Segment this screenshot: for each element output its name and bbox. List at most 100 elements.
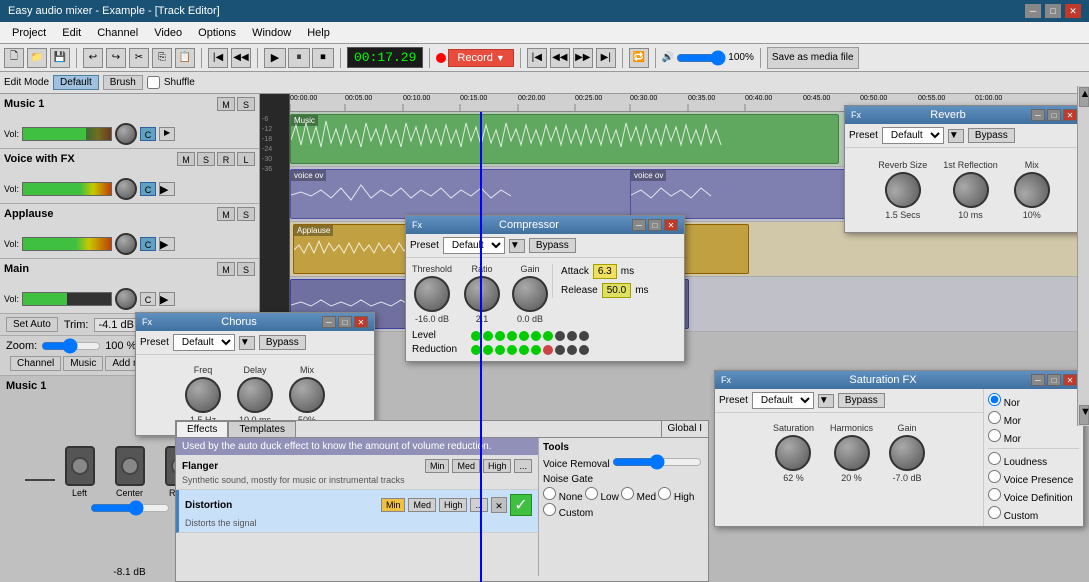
chorus-preset-btn[interactable]: ▼ <box>239 336 255 350</box>
reverb-mix-knob[interactable] <box>1011 169 1053 211</box>
saturation-close-btn[interactable]: ✕ <box>1063 374 1077 386</box>
flanger-min-btn[interactable]: Min <box>425 459 450 473</box>
distortion-min-btn[interactable]: Min <box>381 498 406 512</box>
saturation-preset-btn[interactable]: ▼ <box>818 394 834 408</box>
saturation-minimize-btn[interactable]: ─ <box>1031 374 1045 386</box>
scrollbar-down[interactable]: ▼ <box>1079 405 1089 425</box>
chorus-preset-select[interactable]: Default <box>173 334 235 351</box>
menu-video[interactable]: Video <box>146 25 190 41</box>
track3-s-btn[interactable]: S <box>237 207 255 221</box>
comp-threshold-knob[interactable] <box>414 276 450 312</box>
redo-btn[interactable]: ↪ <box>106 48 126 68</box>
loop-btn[interactable]: 🔁 <box>629 48 649 68</box>
track1-m-btn[interactable]: M <box>217 97 235 111</box>
shuffle-checkbox[interactable] <box>147 76 160 89</box>
music-clip[interactable]: Music <box>290 114 839 164</box>
track4-c-btn[interactable]: C <box>140 292 156 306</box>
saturation-title-bar[interactable]: Fx Saturation FX ─ □ ✕ <box>715 371 1083 389</box>
maximize-btn[interactable]: □ <box>1045 4 1061 18</box>
track2-r-btn[interactable]: R <box>217 152 235 166</box>
ng-med-radio[interactable] <box>621 487 634 500</box>
prev-beat-btn[interactable]: |◀ <box>208 48 228 68</box>
begin-btn[interactable]: |◀ <box>527 48 547 68</box>
prev-btn2[interactable]: ◀◀ <box>231 48 251 68</box>
menu-edit[interactable]: Edit <box>54 25 89 41</box>
track2-arrow-btn[interactable]: ▶ <box>159 182 175 196</box>
distortion-remove-btn[interactable]: ✕ <box>491 497 507 513</box>
pause-btn[interactable]: ⏸ <box>288 48 310 68</box>
ng-custom-radio[interactable] <box>543 503 556 516</box>
reverb-maximize-btn[interactable]: □ <box>1047 109 1061 121</box>
track1-c-btn[interactable]: C <box>140 127 156 141</box>
reverb-size-knob[interactable] <box>878 165 927 214</box>
minimize-btn[interactable]: ─ <box>1025 4 1041 18</box>
track4-pan-knob[interactable] <box>115 288 137 310</box>
reverb-reflection-knob[interactable] <box>946 165 995 214</box>
saturation-maximize-btn[interactable]: □ <box>1047 374 1061 386</box>
track4-s-btn[interactable]: S <box>237 262 255 276</box>
reverb-minimize-btn[interactable]: ─ <box>1031 109 1045 121</box>
sat-gain-knob[interactable] <box>889 435 925 471</box>
music-btn[interactable]: Music <box>63 356 103 371</box>
track3-m-btn[interactable]: M <box>217 207 235 221</box>
distortion-med-btn[interactable]: Med <box>408 498 436 512</box>
sat-radio-mor1-input[interactable] <box>988 411 1001 424</box>
track1-pan-knob[interactable] <box>115 123 137 145</box>
paste-btn[interactable]: 📋 <box>175 48 195 68</box>
reverb-preset-select[interactable]: Default <box>882 127 944 144</box>
track1-s-btn[interactable]: S <box>237 97 255 111</box>
new-btn[interactable]: 🗋 <box>4 48 24 68</box>
compressor-close-btn[interactable]: ✕ <box>664 219 678 231</box>
chorus-bypass-btn[interactable]: Bypass <box>259 335 306 350</box>
saturation-bypass-btn[interactable]: Bypass <box>838 393 885 408</box>
comp-gain-knob[interactable] <box>512 276 548 312</box>
chorus-maximize-btn[interactable]: □ <box>338 316 352 328</box>
cut-btn[interactable]: ✂ <box>129 48 149 68</box>
sat-harmonics-knob[interactable] <box>834 435 870 471</box>
chorus-title-bar[interactable]: Fx Chorus ─ □ ✕ <box>136 313 374 331</box>
record-btn[interactable]: Record ▼ <box>448 49 513 67</box>
chorus-delay-knob[interactable] <box>237 377 273 413</box>
track4-m-btn[interactable]: M <box>217 262 235 276</box>
record-dropdown-icon[interactable]: ▼ <box>496 53 505 63</box>
track3-pan-knob[interactable] <box>115 233 137 255</box>
track4-arrow-btn[interactable]: ▶ <box>159 292 175 306</box>
voice-removal-slider[interactable] <box>612 457 702 467</box>
stop-btn[interactable]: ⏹ <box>312 48 334 68</box>
ng-none-radio[interactable] <box>543 487 556 500</box>
track2-pan-knob[interactable] <box>115 178 137 200</box>
compressor-maximize-btn[interactable]: □ <box>648 219 662 231</box>
chorus-close-btn[interactable]: ✕ <box>354 316 368 328</box>
set-auto-btn[interactable]: Set Auto <box>6 317 58 332</box>
menu-project[interactable]: Project <box>4 25 54 41</box>
chorus-mix-knob[interactable] <box>289 377 325 413</box>
track1-arrow-btn[interactable]: ▶ <box>159 127 175 141</box>
scrollbar-up[interactable]: ▲ <box>1079 87 1089 107</box>
play-btn[interactable]: ▶ <box>264 48 286 68</box>
right-scrollbar[interactable]: ▲ ▼ <box>1077 86 1089 426</box>
saturation-preset-select[interactable]: Default <box>752 392 814 409</box>
channel-btn[interactable]: Channel <box>10 356 61 371</box>
compressor-preset-btn[interactable]: ▼ <box>509 239 525 253</box>
reverb-preset-btn[interactable]: ▼ <box>948 129 964 143</box>
reverb-title-bar[interactable]: Fx Reverb ─ □ ✕ <box>845 106 1083 124</box>
flanger-high-btn[interactable]: High <box>483 459 512 473</box>
comp-release-val[interactable]: 50.0 <box>602 283 631 298</box>
sat-radio-loudness-input[interactable] <box>988 452 1001 465</box>
ng-low-radio[interactable] <box>585 487 598 500</box>
sat-saturation-knob[interactable] <box>775 435 811 471</box>
sat-radio-custom-input[interactable] <box>988 506 1001 519</box>
compressor-minimize-btn[interactable]: ─ <box>632 219 646 231</box>
undo-btn[interactable]: ↩ <box>83 48 103 68</box>
flanger-med-btn[interactable]: Med <box>452 459 480 473</box>
compressor-bypass-btn[interactable]: Bypass <box>529 238 576 253</box>
back-btn[interactable]: ◀◀ <box>550 48 570 68</box>
reverb-close-btn[interactable]: ✕ <box>1063 109 1077 121</box>
reverb-bypass-btn[interactable]: Bypass <box>968 128 1015 143</box>
track2-m-btn[interactable]: M <box>177 152 195 166</box>
fwd-btn[interactable]: ▶▶ <box>573 48 593 68</box>
track2-l-btn[interactable]: L <box>237 152 255 166</box>
chorus-minimize-btn[interactable]: ─ <box>322 316 336 328</box>
effects-tab[interactable]: Effects <box>176 421 228 437</box>
track2-c-btn[interactable]: C <box>140 182 156 196</box>
